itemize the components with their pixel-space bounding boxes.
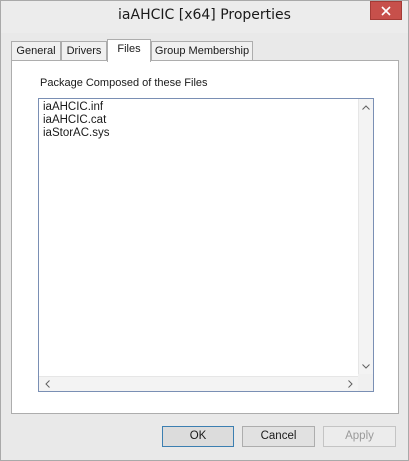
files-listbox[interactable]: iaAHCIC.inf iaAHCIC.cat iaStorAC.sys <box>38 98 374 392</box>
scrollbar-corner <box>358 374 373 391</box>
files-list-label: Package Composed of these Files <box>40 77 208 89</box>
scroll-down-arrow-icon[interactable] <box>359 359 373 373</box>
files-tab-panel: Package Composed of these Files iaAHCIC.… <box>11 60 399 414</box>
tab-group-membership[interactable]: Group Membership <box>151 41 253 60</box>
list-item[interactable]: iaStorAC.sys <box>43 127 109 140</box>
cancel-button[interactable]: Cancel <box>242 426 315 447</box>
list-item[interactable]: iaAHCIC.cat <box>43 114 109 127</box>
vertical-scrollbar[interactable] <box>358 99 373 374</box>
list-item[interactable]: iaAHCIC.inf <box>43 101 109 114</box>
tab-general[interactable]: General <box>11 41 61 60</box>
scroll-up-arrow-icon[interactable] <box>359 100 373 114</box>
scroll-left-arrow-icon[interactable] <box>40 377 54 391</box>
apply-button[interactable]: Apply <box>323 426 396 447</box>
close-icon <box>381 5 391 16</box>
files-list: iaAHCIC.inf iaAHCIC.cat iaStorAC.sys <box>43 101 109 140</box>
horizontal-scrollbar[interactable] <box>39 376 358 391</box>
tab-drivers[interactable]: Drivers <box>61 41 107 60</box>
scroll-right-arrow-icon[interactable] <box>343 377 357 391</box>
close-button[interactable] <box>370 1 402 20</box>
window-title: iaAHCIC [x64] Properties <box>118 7 291 23</box>
properties-dialog: iaAHCIC [x64] Properties General Drivers… <box>0 0 409 461</box>
tab-files[interactable]: Files <box>107 39 151 62</box>
title-bar[interactable]: iaAHCIC [x64] Properties <box>1 1 408 33</box>
ok-button[interactable]: OK <box>162 426 234 447</box>
